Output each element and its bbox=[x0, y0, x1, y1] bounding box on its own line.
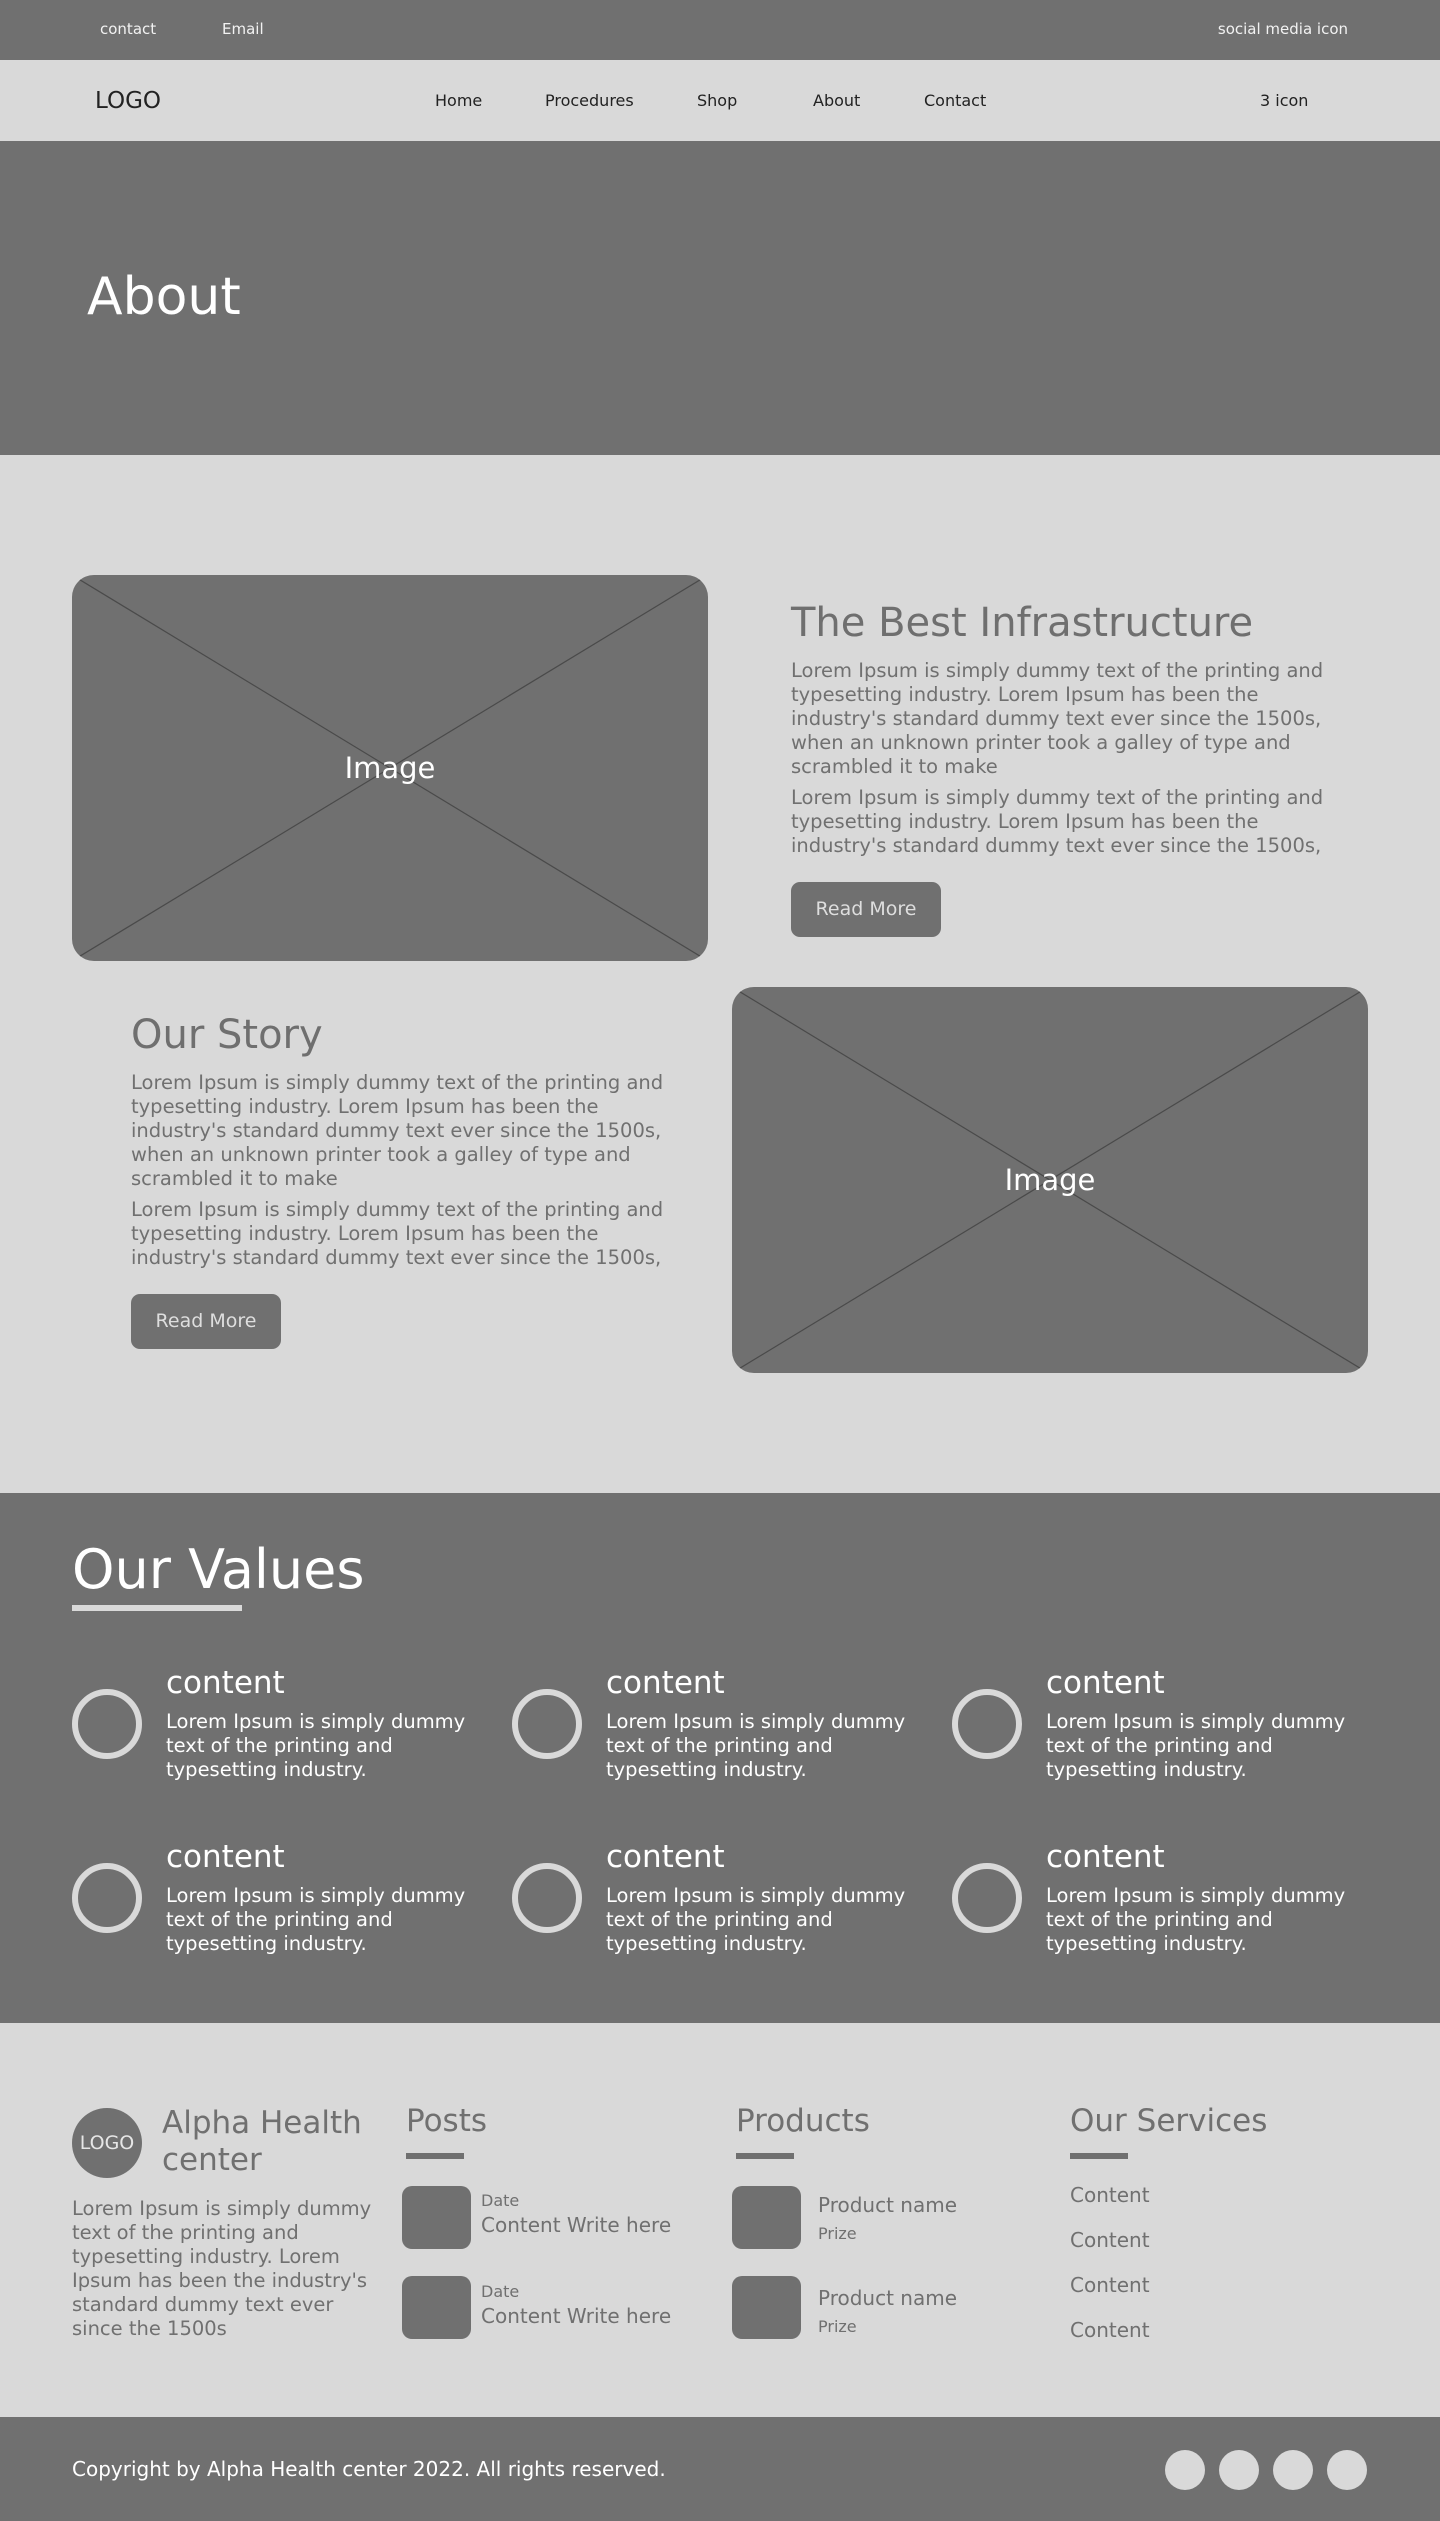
product-thumbnail[interactable] bbox=[732, 2186, 801, 2249]
footer-about-text: Lorem Ipsum is simply dummy text of the … bbox=[72, 2197, 372, 2340]
value-text: Lorem Ipsum is simply dummy text of the … bbox=[1046, 1884, 1346, 1955]
story-image: Image bbox=[732, 987, 1368, 1373]
footer-bottom-bar: Copyright by Alpha Health center 2022. A… bbox=[0, 2417, 1440, 2521]
logo[interactable]: LOGO bbox=[95, 88, 161, 114]
circle-icon bbox=[952, 1689, 1022, 1759]
social-icon[interactable] bbox=[1219, 2450, 1259, 2490]
social-icon[interactable] bbox=[1327, 2450, 1367, 2490]
value-title: content bbox=[606, 1665, 725, 1701]
hero-banner: About bbox=[0, 141, 1440, 455]
value-text: Lorem Ipsum is simply dummy text of the … bbox=[1046, 1710, 1346, 1781]
service-link[interactable]: Content bbox=[1070, 2318, 1150, 2342]
infrastructure-read-more-button[interactable]: Read More bbox=[791, 882, 941, 937]
infrastructure-image: Image bbox=[72, 575, 708, 961]
product-prize: Prize bbox=[818, 2317, 857, 2336]
image-label: Image bbox=[1004, 1163, 1096, 1197]
infrastructure-text: The Best Infrastructure Lorem Ipsum is s… bbox=[791, 600, 1331, 858]
post-thumbnail[interactable] bbox=[402, 2186, 471, 2249]
service-link[interactable]: Content bbox=[1070, 2273, 1150, 2297]
value-item: content Lorem Ipsum is simply dummy text… bbox=[952, 1665, 1372, 1785]
circle-icon bbox=[952, 1863, 1022, 1933]
footer-products-title: Products bbox=[736, 2103, 870, 2139]
footer-brand-name: Alpha Health center bbox=[162, 2105, 362, 2178]
main-navbar: LOGO Home Procedures Shop About Contact … bbox=[0, 60, 1440, 141]
value-title: content bbox=[606, 1839, 725, 1875]
services-title-underline bbox=[1070, 2153, 1128, 2159]
story-read-more-button[interactable]: Read More bbox=[131, 1294, 281, 1349]
nav-about[interactable]: About bbox=[813, 91, 860, 110]
service-link[interactable]: Content bbox=[1070, 2183, 1150, 2207]
top-bar: contact Email social media icon bbox=[0, 0, 1440, 60]
value-text: Lorem Ipsum is simply dummy text of the … bbox=[606, 1710, 906, 1781]
value-title: content bbox=[166, 1839, 285, 1875]
product-thumbnail[interactable] bbox=[732, 2276, 801, 2339]
value-item: content Lorem Ipsum is simply dummy text… bbox=[952, 1839, 1372, 1959]
story-title: Our Story bbox=[131, 1012, 323, 1058]
topbar-email-link[interactable]: Email bbox=[222, 20, 264, 38]
service-link[interactable]: Content bbox=[1070, 2228, 1150, 2252]
product-name-link[interactable]: Product name bbox=[818, 2193, 957, 2217]
value-text: Lorem Ipsum is simply dummy text of the … bbox=[166, 1884, 466, 1955]
value-title: content bbox=[166, 1665, 285, 1701]
copyright-text: Copyright by Alpha Health center 2022. A… bbox=[72, 2457, 666, 2481]
story-text: Our Story Lorem Ipsum is simply dummy te… bbox=[131, 1012, 671, 1270]
circle-icon bbox=[512, 1689, 582, 1759]
values-section: Our Values content Lorem Ipsum is simply… bbox=[0, 1493, 1440, 2023]
nav-shop[interactable]: Shop bbox=[697, 91, 737, 110]
post-date: Date bbox=[481, 2282, 520, 2301]
footer-posts-title: Posts bbox=[406, 2103, 488, 2139]
topbar-contact-link[interactable]: contact bbox=[100, 20, 156, 38]
infrastructure-paragraph-1: Lorem Ipsum is simply dummy text of the … bbox=[791, 659, 1324, 778]
story-paragraph-1: Lorem Ipsum is simply dummy text of the … bbox=[131, 1071, 664, 1190]
page-title: About bbox=[87, 267, 241, 327]
post-content-link[interactable]: Content Write here bbox=[481, 2213, 671, 2237]
posts-title-underline bbox=[406, 2153, 464, 2159]
post-date: Date bbox=[481, 2191, 520, 2210]
image-label: Image bbox=[344, 751, 436, 785]
social-media-icons[interactable]: social media icon bbox=[1218, 20, 1348, 38]
footer: LOGO Alpha Health center Lorem Ipsum is … bbox=[0, 2023, 1440, 2417]
product-name-link[interactable]: Product name bbox=[818, 2286, 957, 2310]
circle-icon bbox=[72, 1689, 142, 1759]
circle-icon bbox=[72, 1863, 142, 1933]
value-item: content Lorem Ipsum is simply dummy text… bbox=[512, 1665, 932, 1785]
value-item: content Lorem Ipsum is simply dummy text… bbox=[512, 1839, 932, 1959]
value-item: content Lorem Ipsum is simply dummy text… bbox=[72, 1839, 492, 1959]
header-icons[interactable]: 3 icon bbox=[1260, 91, 1308, 110]
value-text: Lorem Ipsum is simply dummy text of the … bbox=[166, 1710, 466, 1781]
circle-icon bbox=[512, 1863, 582, 1933]
social-icon[interactable] bbox=[1273, 2450, 1313, 2490]
products-title-underline bbox=[736, 2153, 794, 2159]
values-title-underline bbox=[72, 1605, 242, 1611]
post-thumbnail[interactable] bbox=[402, 2276, 471, 2339]
value-text: Lorem Ipsum is simply dummy text of the … bbox=[606, 1884, 906, 1955]
nav-contact[interactable]: Contact bbox=[924, 91, 986, 110]
nav-procedures[interactable]: Procedures bbox=[545, 91, 634, 110]
values-title: Our Values bbox=[72, 1538, 365, 1601]
value-item: content Lorem Ipsum is simply dummy text… bbox=[72, 1665, 492, 1785]
value-title: content bbox=[1046, 1665, 1165, 1701]
social-icon[interactable] bbox=[1165, 2450, 1205, 2490]
value-title: content bbox=[1046, 1839, 1165, 1875]
story-paragraph-2: Lorem Ipsum is simply dummy text of the … bbox=[131, 1198, 664, 1269]
nav-home[interactable]: Home bbox=[435, 91, 482, 110]
footer-logo[interactable]: LOGO bbox=[72, 2108, 142, 2178]
infrastructure-title: The Best Infrastructure bbox=[791, 600, 1254, 646]
infrastructure-paragraph-2: Lorem Ipsum is simply dummy text of the … bbox=[791, 786, 1324, 857]
footer-services-title: Our Services bbox=[1070, 2103, 1268, 2139]
product-prize: Prize bbox=[818, 2224, 857, 2243]
post-content-link[interactable]: Content Write here bbox=[481, 2304, 671, 2328]
